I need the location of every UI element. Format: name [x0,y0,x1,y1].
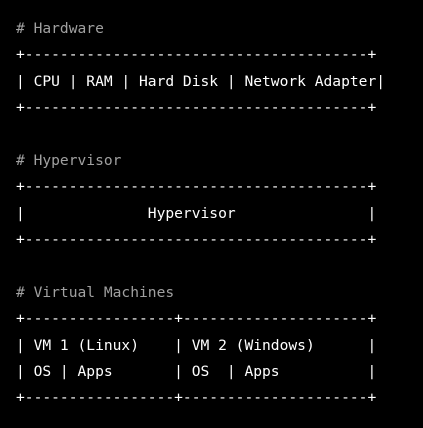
virtual-machines-comment: # Virtual Machines [16,283,175,301]
vm-box-top-border: +-----------------+---------------------… [16,310,377,328]
hardware-box-top-border: +---------------------------------------… [16,46,377,64]
hardware-comment: # Hardware [16,20,104,37]
hypervisor-box-content: | Hypervisor | [16,204,377,222]
hypervisor-box-top-border: +---------------------------------------… [16,178,377,196]
hypervisor-comment: # Hypervisor [16,151,122,169]
hypervisor-box-bottom-border: +---------------------------------------… [16,231,377,249]
hardware-box-content: | CPU | RAM | Hard Disk | Network Adapte… [16,72,386,90]
vm-box-row-names: | VM 1 (Linux) | VM 2 (Windows) | [16,336,377,354]
code-block: # Hardware +----------------------------… [0,0,423,428]
hardware-box-bottom-border: +---------------------------------------… [16,99,377,117]
vm-box-row-contents: | OS | Apps | OS | Apps | [16,363,377,381]
vm-box-bottom-border: +-----------------+---------------------… [16,389,377,407]
